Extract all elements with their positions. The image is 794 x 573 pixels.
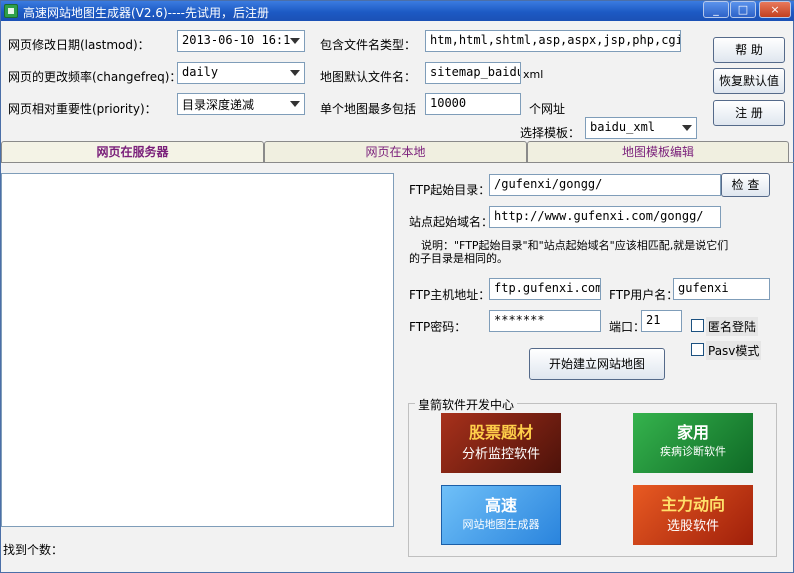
maximize-button[interactable]: □ bbox=[730, 1, 756, 18]
register-button[interactable]: 注 册 bbox=[713, 100, 785, 126]
promo-health-subtitle: 疾病诊断软件 bbox=[660, 445, 726, 458]
ftp-port-label: 端口： bbox=[609, 320, 646, 334]
ftp-start-dir-label: FTP起始目录： bbox=[409, 183, 491, 197]
app-window: 高速网站地图生成器(V2.6)----先试用，后注册 _ □ × 网页修改日期(… bbox=[0, 0, 794, 573]
default-file-input[interactable]: sitemap_baidu bbox=[425, 62, 521, 84]
promo-sitemap-title: 高速 bbox=[484, 496, 517, 515]
pasv-checkbox[interactable] bbox=[691, 343, 704, 356]
site-domain-input[interactable]: http://www.gufenxi.com/gongg/ bbox=[489, 206, 721, 228]
lastmod-picker[interactable]: 2013-06-10 16:1 bbox=[177, 30, 305, 52]
chevron-down-icon bbox=[290, 70, 300, 76]
priority-label: 网页相对重要性(priority)： bbox=[8, 102, 157, 116]
tab-template-edit[interactable]: 地图模板编辑 bbox=[527, 141, 789, 163]
ftp-password-label: FTP密码： bbox=[409, 320, 467, 334]
pasv-label: Pasv模式 bbox=[706, 341, 762, 360]
ftp-port-input[interactable]: 21 bbox=[641, 310, 682, 332]
promo-mainforce-title: 主力动向 bbox=[660, 495, 725, 514]
default-file-ext: xml bbox=[523, 68, 544, 81]
site-domain-label: 站点起始域名： bbox=[409, 215, 494, 229]
changefreq-select[interactable]: daily bbox=[177, 62, 305, 84]
promo-mainforce-tile[interactable]: 主力动向 选股软件 bbox=[633, 485, 753, 545]
minimize-button[interactable]: _ bbox=[703, 1, 729, 18]
priority-select[interactable]: 目录深度递减 bbox=[177, 93, 305, 115]
note-line-2: 的子目录是相同的。 bbox=[409, 252, 508, 265]
ftp-user-label: FTP用户名： bbox=[609, 288, 679, 302]
lastmod-value: 2013-06-10 16:1 bbox=[182, 33, 291, 47]
restore-default-button[interactable]: 恢复默认值 bbox=[713, 68, 785, 94]
window-title: 高速网站地图生成器(V2.6)----先试用，后注册 bbox=[23, 6, 269, 20]
result-list[interactable] bbox=[1, 173, 394, 527]
promo-stock-subtitle: 分析监控软件 bbox=[461, 447, 540, 462]
priority-value: 目录深度递减 bbox=[182, 98, 255, 112]
lastmod-label: 网页修改日期(lastmod)： bbox=[8, 38, 150, 52]
tab-server[interactable]: 网页在服务器 bbox=[1, 141, 264, 163]
ftp-user-input[interactable]: gufenxi bbox=[673, 278, 770, 300]
promo-stock-title: 股票题材 bbox=[468, 423, 533, 442]
help-button[interactable]: 帮 助 bbox=[713, 37, 785, 63]
promo-health-title: 家用 bbox=[676, 423, 709, 442]
max-urls-input[interactable]: 10000 bbox=[425, 93, 521, 115]
filetypes-input[interactable]: htm,html,shtml,asp,aspx,jsp,php,cgi bbox=[425, 30, 681, 52]
promo-group-title: 皇箭软件开发中心 bbox=[415, 396, 518, 413]
close-button[interactable]: × bbox=[759, 1, 791, 18]
tab-local[interactable]: 网页在本地 bbox=[264, 141, 527, 163]
promo-sitemap-subtitle: 网站地图生成器 bbox=[462, 518, 540, 531]
title-bar[interactable]: 高速网站地图生成器(V2.6)----先试用，后注册 _ □ × bbox=[1, 1, 794, 21]
default-file-label: 地图默认文件名： bbox=[320, 70, 417, 84]
template-value: baidu_xml bbox=[590, 120, 656, 134]
start-build-button[interactable]: 开始建立网站地图 bbox=[529, 348, 665, 380]
chevron-down-icon bbox=[290, 38, 300, 44]
check-button[interactable]: 检 查 bbox=[721, 173, 770, 197]
ftp-start-dir-input[interactable]: /gufenxi/gongg/ bbox=[489, 174, 721, 196]
template-select[interactable]: baidu_xml bbox=[585, 117, 697, 139]
app-icon bbox=[4, 4, 18, 18]
max-urls-label: 单个地图最多包括 bbox=[320, 102, 417, 116]
changefreq-value: daily bbox=[182, 65, 219, 79]
template-label: 选择模板： bbox=[520, 126, 581, 140]
promo-sitemap-tile[interactable]: 高速 网站地图生成器 bbox=[441, 485, 561, 545]
filetypes-label: 包含文件名类型： bbox=[320, 38, 417, 52]
ftp-password-input[interactable]: ******* bbox=[489, 310, 601, 332]
found-count-label: 找到个数： bbox=[3, 543, 64, 557]
changefreq-label: 网页的更改频率(changefreq)： bbox=[8, 70, 182, 84]
ftp-host-label: FTP主机地址： bbox=[409, 288, 491, 302]
promo-stock-tile[interactable]: 股票题材 分析监控软件 bbox=[441, 413, 561, 473]
promo-mainforce-subtitle: 选股软件 bbox=[666, 519, 719, 534]
ftp-host-input[interactable]: ftp.gufenxi.com bbox=[489, 278, 601, 300]
chevron-down-icon bbox=[290, 101, 300, 107]
tab-divider bbox=[1, 162, 794, 163]
max-urls-unit: 个网址 bbox=[529, 102, 566, 116]
anonymous-label: 匿名登陆 bbox=[706, 317, 759, 336]
anonymous-checkbox[interactable] bbox=[691, 319, 704, 332]
chevron-down-icon bbox=[682, 125, 692, 131]
promo-health-tile[interactable]: 家用 疾病诊断软件 bbox=[633, 413, 753, 473]
